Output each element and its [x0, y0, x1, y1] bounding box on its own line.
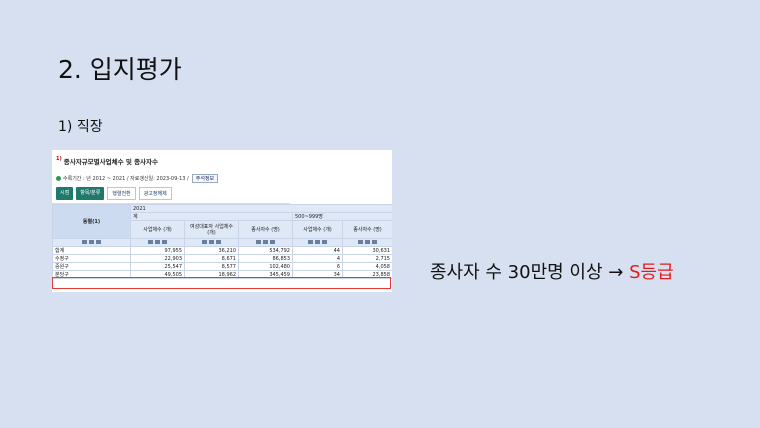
meta-text: 수록기간 : 년 2012 ~ 2021 / 자료갱신일: 2023-09-13…: [63, 176, 189, 182]
year-header: 2021: [130, 204, 392, 213]
sort-icon[interactable]: [372, 240, 377, 244]
time-button[interactable]: 시점: [56, 187, 74, 200]
group-size-header: 500~999명: [292, 212, 392, 221]
sort-icon[interactable]: [358, 240, 363, 244]
grade-label: S등급: [629, 262, 674, 283]
sort-icon[interactable]: [256, 240, 261, 244]
sort-icon[interactable]: [89, 240, 94, 244]
sort-icon[interactable]: [209, 240, 214, 244]
col-header: 사업체수 (개): [292, 220, 343, 239]
sort-row: [52, 238, 392, 247]
data-table: 동별(1) 2021 계 500~999명 사업체수 (개) 여성대표자 사업체…: [52, 204, 392, 279]
sort-cell: [292, 238, 343, 247]
note-button[interactable]: 주석정보: [191, 174, 219, 183]
sort-cell: [184, 238, 239, 247]
table-row: 중원구 25,547 8,577 102,480 6 4,058: [52, 262, 392, 271]
sort-icon[interactable]: [308, 240, 313, 244]
col-header: 사업체수 (개): [130, 220, 185, 239]
slide-subtitle: 1) 직장: [58, 119, 103, 135]
sort-cell: [238, 238, 293, 247]
meta-line: 수록기간 : 년 2012 ~ 2021 / 자료갱신일: 2023-09-13…: [56, 174, 219, 183]
sort-cell: [342, 238, 392, 247]
row-header: 동별(1): [52, 204, 131, 239]
cell: 102,480: [238, 262, 293, 271]
table-row: 수정구 22,903 8,671 86,853 4 2,715: [52, 254, 392, 263]
cell: 25,547: [130, 262, 185, 271]
cell: 22,903: [130, 254, 185, 263]
cell: 8,671: [184, 254, 239, 263]
conclusion-text: 종사자 수 30만명 이상: [430, 262, 603, 283]
panel-title-text: 종사자규모별사업체수 및 종사자수: [63, 158, 158, 166]
col-header: 종사자수 (명): [238, 220, 293, 239]
item-button[interactable]: 항목/분류: [76, 187, 105, 200]
cell: 36,210: [184, 246, 239, 255]
group-total-header: 계: [130, 212, 293, 221]
row-name: 합계: [52, 246, 131, 255]
col-header: 여성대표자 사업체수 (개): [184, 220, 239, 239]
arrow-icon: →: [608, 262, 624, 283]
ad-button[interactable]: 광고정해제: [138, 187, 172, 200]
sort-icon[interactable]: [365, 240, 370, 244]
sort-icon[interactable]: [162, 240, 167, 244]
col-header: 종사자수 (명): [342, 220, 392, 239]
info-dot-icon: [56, 176, 61, 181]
sort-icon[interactable]: [216, 240, 221, 244]
sort-icon[interactable]: [202, 240, 207, 244]
transpose-button[interactable]: 행렬전환: [107, 187, 136, 200]
cell: 97,955: [130, 246, 185, 255]
cell: 534,792: [238, 246, 293, 255]
table-row: 합계 97,955 36,210 534,792 44 30,631: [52, 246, 392, 255]
sort-icon[interactable]: [155, 240, 160, 244]
cell: 2,715: [342, 254, 392, 263]
sort-icon[interactable]: [315, 240, 320, 244]
slide-title: 2. 입지평가: [58, 55, 182, 84]
sort-icon[interactable]: [270, 240, 275, 244]
sort-icon[interactable]: [148, 240, 153, 244]
sort-icon[interactable]: [263, 240, 268, 244]
cell: 86,853: [238, 254, 293, 263]
highlight-box: [52, 277, 391, 289]
panel-title: 1) 종사자규모별사업체수 및 종사자수: [56, 156, 158, 166]
sort-cell: [130, 238, 185, 247]
toolbar: 시점 항목/분류 행렬전환 광고정해제: [56, 187, 172, 200]
sort-icon[interactable]: [322, 240, 327, 244]
row-name: 수정구: [52, 254, 131, 263]
cell: 6: [292, 262, 343, 271]
conclusion: 종사자 수 30만명 이상 → S등급: [430, 258, 674, 284]
row-name: 중원구: [52, 262, 131, 271]
cell: 44: [292, 246, 343, 255]
statistics-screenshot: 1) 종사자규모별사업체수 및 종사자수 수록기간 : 년 2012 ~ 2021…: [52, 150, 392, 292]
cell: 30,631: [342, 246, 392, 255]
cell: 8,577: [184, 262, 239, 271]
sort-icon[interactable]: [96, 240, 101, 244]
sort-cell: [52, 238, 131, 247]
cell: 4,058: [342, 262, 392, 271]
cell: 4: [292, 254, 343, 263]
panel-mark: 1): [56, 156, 62, 162]
sort-icon[interactable]: [82, 240, 87, 244]
